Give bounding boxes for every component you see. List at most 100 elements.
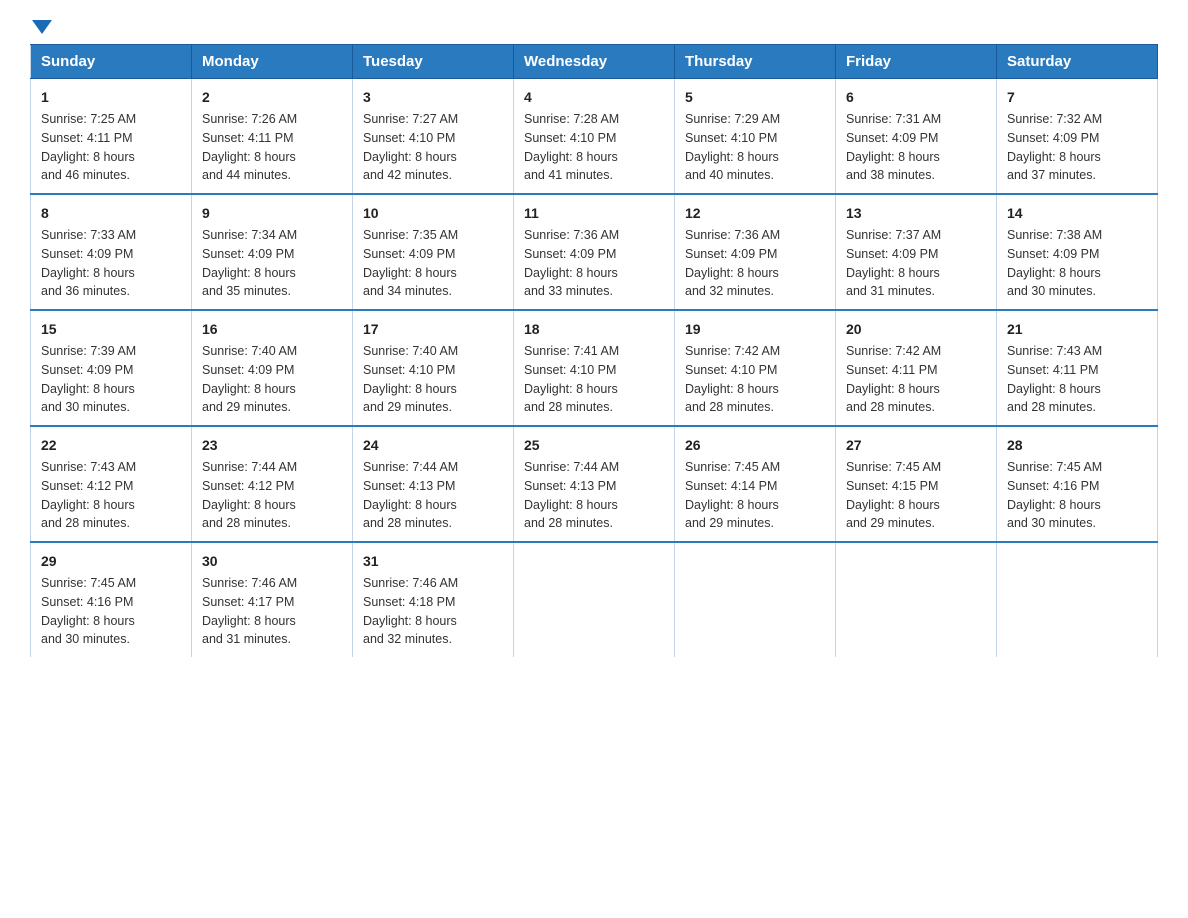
logo (30, 20, 52, 34)
day-number: 3 (363, 87, 503, 108)
calendar-cell: 14 Sunrise: 7:38 AMSunset: 4:09 PMDaylig… (997, 194, 1158, 310)
day-number: 1 (41, 87, 181, 108)
day-number: 30 (202, 551, 342, 572)
day-info: Sunrise: 7:44 AMSunset: 4:12 PMDaylight:… (202, 458, 342, 533)
calendar-cell (514, 542, 675, 657)
day-number: 10 (363, 203, 503, 224)
week-row-4: 22 Sunrise: 7:43 AMSunset: 4:12 PMDaylig… (31, 426, 1158, 542)
day-info: Sunrise: 7:36 AMSunset: 4:09 PMDaylight:… (685, 226, 825, 301)
calendar-cell: 5 Sunrise: 7:29 AMSunset: 4:10 PMDayligh… (675, 79, 836, 195)
week-row-1: 1 Sunrise: 7:25 AMSunset: 4:11 PMDayligh… (31, 79, 1158, 195)
day-info: Sunrise: 7:37 AMSunset: 4:09 PMDaylight:… (846, 226, 986, 301)
day-info: Sunrise: 7:42 AMSunset: 4:11 PMDaylight:… (846, 342, 986, 417)
day-number: 13 (846, 203, 986, 224)
day-header-wednesday: Wednesday (514, 45, 675, 79)
week-row-2: 8 Sunrise: 7:33 AMSunset: 4:09 PMDayligh… (31, 194, 1158, 310)
calendar-cell: 18 Sunrise: 7:41 AMSunset: 4:10 PMDaylig… (514, 310, 675, 426)
day-number: 21 (1007, 319, 1147, 340)
day-number: 16 (202, 319, 342, 340)
day-number: 5 (685, 87, 825, 108)
day-info: Sunrise: 7:46 AMSunset: 4:18 PMDaylight:… (363, 574, 503, 649)
calendar-cell: 20 Sunrise: 7:42 AMSunset: 4:11 PMDaylig… (836, 310, 997, 426)
page-header (30, 20, 1158, 34)
day-header-thursday: Thursday (675, 45, 836, 79)
day-info: Sunrise: 7:46 AMSunset: 4:17 PMDaylight:… (202, 574, 342, 649)
calendar-cell: 30 Sunrise: 7:46 AMSunset: 4:17 PMDaylig… (192, 542, 353, 657)
day-number: 31 (363, 551, 503, 572)
day-info: Sunrise: 7:41 AMSunset: 4:10 PMDaylight:… (524, 342, 664, 417)
calendar-cell: 3 Sunrise: 7:27 AMSunset: 4:10 PMDayligh… (353, 79, 514, 195)
calendar-table: SundayMondayTuesdayWednesdayThursdayFrid… (30, 44, 1158, 657)
day-info: Sunrise: 7:33 AMSunset: 4:09 PMDaylight:… (41, 226, 181, 301)
day-number: 11 (524, 203, 664, 224)
day-header-friday: Friday (836, 45, 997, 79)
day-number: 12 (685, 203, 825, 224)
calendar-cell: 17 Sunrise: 7:40 AMSunset: 4:10 PMDaylig… (353, 310, 514, 426)
calendar-cell: 24 Sunrise: 7:44 AMSunset: 4:13 PMDaylig… (353, 426, 514, 542)
calendar-cell: 22 Sunrise: 7:43 AMSunset: 4:12 PMDaylig… (31, 426, 192, 542)
day-info: Sunrise: 7:32 AMSunset: 4:09 PMDaylight:… (1007, 110, 1147, 185)
calendar-cell: 29 Sunrise: 7:45 AMSunset: 4:16 PMDaylig… (31, 542, 192, 657)
day-number: 6 (846, 87, 986, 108)
calendar-cell: 7 Sunrise: 7:32 AMSunset: 4:09 PMDayligh… (997, 79, 1158, 195)
day-header-saturday: Saturday (997, 45, 1158, 79)
day-number: 24 (363, 435, 503, 456)
day-number: 26 (685, 435, 825, 456)
calendar-cell: 8 Sunrise: 7:33 AMSunset: 4:09 PMDayligh… (31, 194, 192, 310)
calendar-cell: 6 Sunrise: 7:31 AMSunset: 4:09 PMDayligh… (836, 79, 997, 195)
day-info: Sunrise: 7:25 AMSunset: 4:11 PMDaylight:… (41, 110, 181, 185)
calendar-cell: 11 Sunrise: 7:36 AMSunset: 4:09 PMDaylig… (514, 194, 675, 310)
calendar-cell: 23 Sunrise: 7:44 AMSunset: 4:12 PMDaylig… (192, 426, 353, 542)
day-number: 4 (524, 87, 664, 108)
calendar-cell (836, 542, 997, 657)
day-info: Sunrise: 7:45 AMSunset: 4:16 PMDaylight:… (41, 574, 181, 649)
day-info: Sunrise: 7:45 AMSunset: 4:14 PMDaylight:… (685, 458, 825, 533)
calendar-cell: 1 Sunrise: 7:25 AMSunset: 4:11 PMDayligh… (31, 79, 192, 195)
calendar-cell: 31 Sunrise: 7:46 AMSunset: 4:18 PMDaylig… (353, 542, 514, 657)
day-number: 27 (846, 435, 986, 456)
calendar-cell: 2 Sunrise: 7:26 AMSunset: 4:11 PMDayligh… (192, 79, 353, 195)
day-info: Sunrise: 7:42 AMSunset: 4:10 PMDaylight:… (685, 342, 825, 417)
day-header-tuesday: Tuesday (353, 45, 514, 79)
day-info: Sunrise: 7:35 AMSunset: 4:09 PMDaylight:… (363, 226, 503, 301)
day-info: Sunrise: 7:28 AMSunset: 4:10 PMDaylight:… (524, 110, 664, 185)
day-info: Sunrise: 7:29 AMSunset: 4:10 PMDaylight:… (685, 110, 825, 185)
day-info: Sunrise: 7:44 AMSunset: 4:13 PMDaylight:… (524, 458, 664, 533)
day-number: 14 (1007, 203, 1147, 224)
day-info: Sunrise: 7:40 AMSunset: 4:10 PMDaylight:… (363, 342, 503, 417)
calendar-cell: 19 Sunrise: 7:42 AMSunset: 4:10 PMDaylig… (675, 310, 836, 426)
calendar-cell: 4 Sunrise: 7:28 AMSunset: 4:10 PMDayligh… (514, 79, 675, 195)
day-number: 9 (202, 203, 342, 224)
day-info: Sunrise: 7:43 AMSunset: 4:11 PMDaylight:… (1007, 342, 1147, 417)
day-header-sunday: Sunday (31, 45, 192, 79)
calendar-cell: 9 Sunrise: 7:34 AMSunset: 4:09 PMDayligh… (192, 194, 353, 310)
day-info: Sunrise: 7:45 AMSunset: 4:15 PMDaylight:… (846, 458, 986, 533)
day-number: 19 (685, 319, 825, 340)
day-info: Sunrise: 7:40 AMSunset: 4:09 PMDaylight:… (202, 342, 342, 417)
calendar-header-row: SundayMondayTuesdayWednesdayThursdayFrid… (31, 45, 1158, 79)
calendar-cell: 10 Sunrise: 7:35 AMSunset: 4:09 PMDaylig… (353, 194, 514, 310)
calendar-cell: 12 Sunrise: 7:36 AMSunset: 4:09 PMDaylig… (675, 194, 836, 310)
calendar-cell: 25 Sunrise: 7:44 AMSunset: 4:13 PMDaylig… (514, 426, 675, 542)
calendar-cell: 27 Sunrise: 7:45 AMSunset: 4:15 PMDaylig… (836, 426, 997, 542)
day-number: 20 (846, 319, 986, 340)
day-info: Sunrise: 7:27 AMSunset: 4:10 PMDaylight:… (363, 110, 503, 185)
calendar-cell: 26 Sunrise: 7:45 AMSunset: 4:14 PMDaylig… (675, 426, 836, 542)
day-info: Sunrise: 7:39 AMSunset: 4:09 PMDaylight:… (41, 342, 181, 417)
day-info: Sunrise: 7:44 AMSunset: 4:13 PMDaylight:… (363, 458, 503, 533)
day-info: Sunrise: 7:31 AMSunset: 4:09 PMDaylight:… (846, 110, 986, 185)
day-number: 17 (363, 319, 503, 340)
calendar-cell: 13 Sunrise: 7:37 AMSunset: 4:09 PMDaylig… (836, 194, 997, 310)
day-header-monday: Monday (192, 45, 353, 79)
day-number: 25 (524, 435, 664, 456)
calendar-cell: 16 Sunrise: 7:40 AMSunset: 4:09 PMDaylig… (192, 310, 353, 426)
day-info: Sunrise: 7:36 AMSunset: 4:09 PMDaylight:… (524, 226, 664, 301)
day-info: Sunrise: 7:34 AMSunset: 4:09 PMDaylight:… (202, 226, 342, 301)
day-number: 18 (524, 319, 664, 340)
day-number: 7 (1007, 87, 1147, 108)
calendar-cell: 15 Sunrise: 7:39 AMSunset: 4:09 PMDaylig… (31, 310, 192, 426)
logo-triangle-icon (32, 20, 52, 34)
day-number: 15 (41, 319, 181, 340)
day-number: 22 (41, 435, 181, 456)
day-info: Sunrise: 7:38 AMSunset: 4:09 PMDaylight:… (1007, 226, 1147, 301)
